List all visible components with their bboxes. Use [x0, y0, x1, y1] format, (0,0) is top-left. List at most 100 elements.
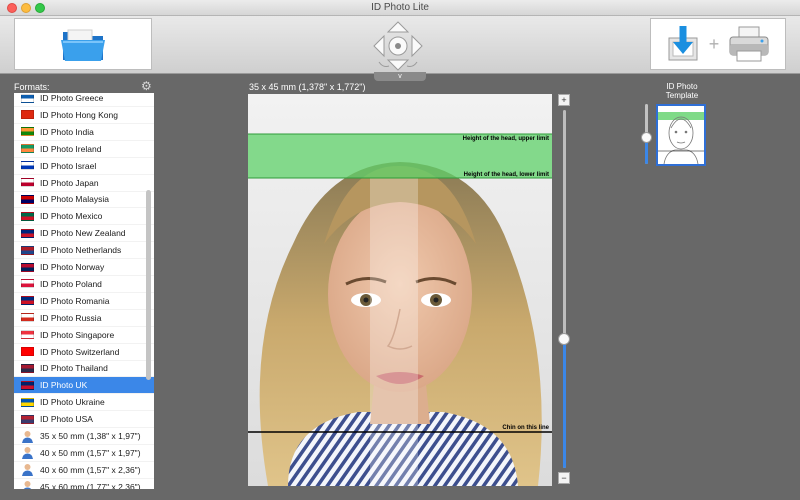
open-file-button[interactable]	[14, 18, 152, 70]
photo-dimensions: 35 x 45 mm (1,378" x 1,772")	[249, 82, 366, 92]
list-item[interactable]: ID Photo Japan	[14, 175, 154, 192]
list-item[interactable]: ID Photo Netherlands	[14, 242, 154, 260]
person-icon	[23, 481, 32, 489]
download-icon	[668, 26, 698, 61]
face-template-icon	[658, 106, 704, 164]
flag-icon	[21, 330, 34, 340]
flag-icon	[21, 279, 34, 289]
flag-icon	[21, 110, 34, 120]
zoom-slider-fill	[563, 339, 566, 468]
list-item-label: 35 x 50 mm (1,38" x 1,97")	[40, 431, 141, 441]
flag-icon	[21, 245, 34, 255]
list-item-label: ID Photo India	[40, 126, 94, 137]
list-item[interactable]: ID Photo Russia	[14, 310, 154, 327]
window-title: ID Photo Lite	[371, 2, 429, 13]
list-item[interactable]: 40 x 50 mm (1,57" x 1,97")	[14, 445, 154, 462]
flag-icon	[21, 178, 34, 187]
list-item[interactable]: ID Photo UK	[14, 377, 154, 395]
flag-icon	[21, 414, 34, 424]
list-item[interactable]: ID Photo Mexico	[14, 208, 154, 226]
flag-icon	[21, 211, 34, 221]
list-item-label: 40 x 50 mm (1,57" x 1,97")	[40, 447, 141, 458]
list-item-label: ID Photo Singapore	[40, 329, 115, 340]
list-item-label: ID Photo Norway	[40, 262, 105, 272]
zoom-out-button[interactable]: −	[558, 472, 570, 484]
template-title: ID Photo Template	[665, 82, 699, 100]
list-item[interactable]: ID Photo Israel	[14, 158, 154, 175]
flag-icon	[21, 161, 34, 171]
flag-icon	[21, 380, 34, 390]
flag-icon	[21, 296, 34, 306]
plus-sign: +	[708, 33, 720, 54]
list-item[interactable]: ID Photo Hong Kong	[14, 107, 154, 124]
list-item-label: ID Photo Switzerland	[40, 346, 120, 357]
list-item[interactable]: ID Photo Poland	[14, 276, 154, 293]
flag-icon	[21, 127, 34, 137]
flag-icon	[21, 347, 34, 356]
list-item-label: 40 x 60 mm (1,57" x 2,36")	[40, 464, 141, 475]
list-item[interactable]: ID Photo Switzerland	[14, 344, 154, 361]
list-item[interactable]: ID Photo Norway	[14, 259, 154, 276]
formats-label: Formats:	[14, 82, 50, 92]
list-item[interactable]: 35 x 50 mm (1,38" x 1,97")	[14, 428, 154, 445]
list-item-label: 45 x 60 mm (1,77" x 2,36")	[40, 481, 141, 489]
list-item[interactable]: ID Photo Singapore	[14, 327, 154, 344]
flag-icon	[21, 194, 34, 204]
list-item-label: ID Photo Japan	[40, 177, 99, 188]
list-item-label: ID Photo Mexico	[40, 211, 103, 222]
list-item-label: ID Photo UK	[40, 380, 88, 391]
list-item-label: ID Photo Netherlands	[40, 245, 122, 256]
list-item[interactable]: ID Photo Romania	[14, 293, 154, 310]
toolbar: v +	[0, 16, 800, 81]
list-item-label: ID Photo Greece	[40, 93, 104, 103]
person-icon	[22, 430, 33, 443]
flag-icon	[21, 397, 34, 407]
head-lower-limit-label: Height of the head, lower limit	[464, 172, 549, 178]
list-item-label: ID Photo Romania	[40, 295, 110, 306]
list-item[interactable]: ID Photo New Zealand	[14, 225, 154, 243]
list-item-label: ID Photo Ukraine	[40, 397, 105, 408]
save-print-button[interactable]: +	[650, 18, 786, 70]
flag-icon	[21, 363, 34, 373]
person-icon	[22, 464, 33, 477]
list-item[interactable]: ID Photo Thailand	[14, 360, 154, 378]
photo-canvas[interactable]: Height of the head, upper limit Height o…	[248, 94, 552, 486]
printer-icon	[729, 26, 769, 62]
zoom-in-button[interactable]: +	[558, 94, 570, 106]
list-item[interactable]: ID Photo Malaysia	[14, 191, 154, 209]
list-item[interactable]: ID Photo USA	[14, 411, 154, 429]
flag-icon	[21, 93, 34, 103]
list-item-label: ID Photo Thailand	[40, 363, 108, 374]
head-upper-limit-label: Height of the head, upper limit	[463, 136, 549, 142]
list-item[interactable]: ID Photo Greece	[14, 93, 154, 107]
person-icon	[22, 447, 33, 460]
list-item-label: ID Photo Ireland	[40, 143, 102, 154]
title-bar: ID Photo Lite	[0, 0, 800, 16]
list-item[interactable]: ID Photo India	[14, 124, 154, 141]
rotate-move-control[interactable]	[372, 20, 424, 72]
flag-icon	[21, 228, 34, 238]
list-item[interactable]: ID Photo Ukraine	[14, 394, 154, 412]
folder-icon	[61, 29, 105, 61]
list-item[interactable]: ID Photo Ireland	[14, 141, 154, 158]
list-item-label: ID Photo Israel	[40, 160, 97, 171]
list-item-label: ID Photo Malaysia	[40, 194, 109, 205]
list-item-label: ID Photo Russia	[40, 312, 102, 323]
formats-list[interactable]: ID Photo Greece ID Photo Hong Kong ID Phot…	[14, 93, 154, 489]
list-item[interactable]: 40 x 60 mm (1,57" x 2,36")	[14, 462, 154, 479]
collapse-toolbar-tab[interactable]: v	[374, 72, 426, 81]
zoom-slider-knob[interactable]	[558, 333, 570, 346]
flag-icon	[21, 262, 34, 272]
list-item-label: ID Photo Poland	[40, 278, 102, 289]
app-window: ID Photo Lite v + Formats: ⚙ ID Photo Gr…	[0, 0, 800, 500]
list-item[interactable]: 45 x 60 mm (1,77" x 2,36")	[14, 479, 154, 489]
flag-icon	[21, 144, 34, 154]
portrait-photo: Height of the head, upper limit Height o…	[248, 94, 552, 486]
gear-icon[interactable]: ⚙	[141, 80, 152, 92]
template-thumbnail[interactable]	[656, 104, 706, 166]
list-item-label: ID Photo New Zealand	[40, 228, 126, 239]
list-item-label: ID Photo Hong Kong	[40, 109, 118, 120]
list-scrollbar[interactable]	[146, 190, 151, 380]
template-slider-knob[interactable]	[641, 132, 652, 143]
chin-line-label: Chin on this line	[502, 425, 549, 431]
